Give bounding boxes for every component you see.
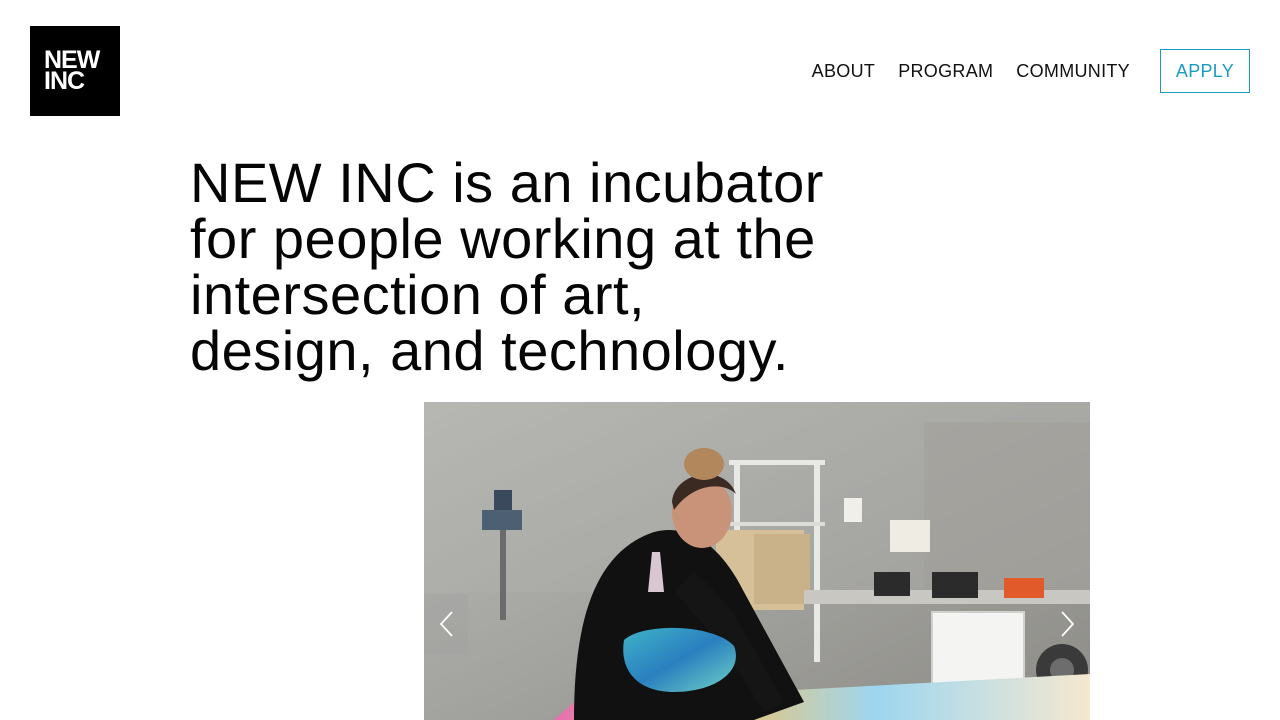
hero-line-2: for people working at the <box>190 207 816 270</box>
carousel-prev-button[interactable] <box>424 594 468 654</box>
logo-line-2: INC <box>44 67 85 95</box>
nav-about[interactable]: ABOUT <box>812 61 876 82</box>
main-nav: ABOUT PROGRAM COMMUNITY APPLY <box>789 49 1250 93</box>
hero-line-1: NEW INC is an incubator <box>190 151 824 214</box>
chevron-right-icon <box>1061 611 1075 637</box>
carousel-photo <box>424 402 1090 720</box>
nav-program[interactable]: PROGRAM <box>898 61 993 82</box>
hero-line-3: intersection of art, <box>190 263 646 326</box>
image-carousel[interactable] <box>424 402 1090 720</box>
page: NEW INC ABOUT PROGRAM COMMUNITY APPLY NE… <box>0 0 1280 720</box>
chevron-left-icon <box>439 611 453 637</box>
hero-line-4: design, and technology. <box>190 319 789 382</box>
nav-community[interactable]: COMMUNITY <box>1016 61 1130 82</box>
logo[interactable]: NEW INC <box>30 26 120 116</box>
carousel-next-button[interactable] <box>1046 594 1090 654</box>
hero-title: NEW INC is an incubator for people worki… <box>190 155 870 379</box>
apply-button[interactable]: APPLY <box>1160 49 1250 93</box>
